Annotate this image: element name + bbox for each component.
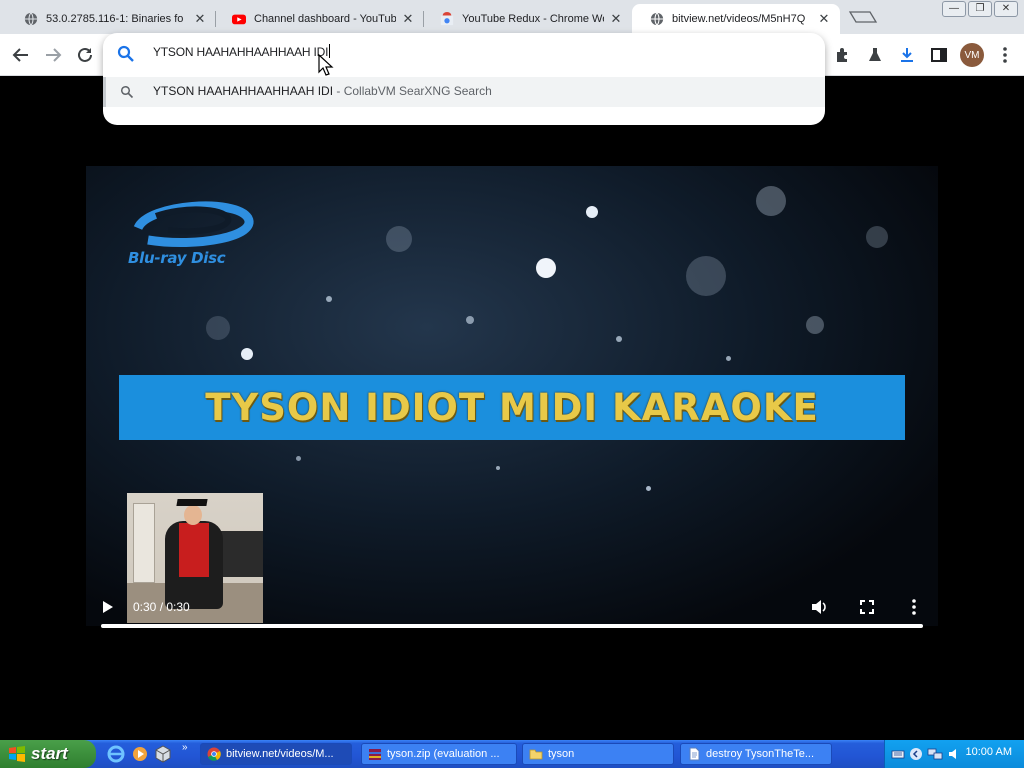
download-icon — [901, 48, 913, 62]
task-label: destroy TysonTheTe... — [706, 748, 815, 760]
system-tray: 10:00 AM — [884, 740, 1024, 768]
reload-button[interactable] — [72, 42, 98, 68]
omnibox-suggestion[interactable]: YTSON HAAHAHHAAHHAAH IDI - CollabVM Sear… — [103, 77, 825, 107]
suggestion-text: YTSON HAAHAHHAAHHAAH IDI - CollabVM Sear… — [153, 84, 492, 98]
windows-logo-icon — [9, 746, 25, 762]
keyboard-icon[interactable] — [891, 747, 905, 761]
flask-icon — [869, 48, 881, 61]
speaker-icon[interactable] — [947, 747, 961, 761]
start-button[interactable]: start — [0, 740, 96, 768]
task-label: bitview.net/videos/M... — [226, 748, 334, 760]
address-bar-text: YTSON HAAHAHHAAHHAAH IDI — [153, 45, 329, 59]
extensions-button[interactable] — [832, 44, 854, 66]
play-icon[interactable] — [102, 600, 114, 614]
document-icon — [689, 747, 700, 761]
bluray-logo-text: Blu-ray Disc — [128, 249, 226, 267]
task-label: tyson — [548, 748, 575, 760]
kebab-menu-icon — [1003, 47, 1007, 63]
close-window-button[interactable]: ✕ — [994, 1, 1018, 17]
start-label: start — [31, 744, 68, 763]
maximize-button[interactable]: ❐ — [968, 1, 992, 17]
taskbar-item-winrar[interactable]: tyson.zip (evaluation ... — [361, 743, 517, 765]
address-bar-input[interactable]: YTSON HAAHAHHAAHHAAH IDI — [153, 44, 331, 59]
youtube-icon — [232, 14, 246, 25]
suggestion-query: YTSON HAAHAHHAAHHAAH IDI — [153, 84, 334, 98]
profile-avatar[interactable]: VM — [960, 43, 984, 67]
arrow-left-icon — [12, 48, 28, 62]
chrome-webstore-icon — [440, 12, 454, 26]
minimize-button[interactable]: — — [942, 1, 966, 17]
tab-channel-dashboard[interactable]: Channel dashboard - YouTube ✕ — [214, 4, 424, 34]
menu-button[interactable] — [994, 44, 1016, 66]
globe-icon — [24, 12, 38, 26]
video-controls: 0:30 / 0:30 — [86, 584, 938, 626]
tab-title: 53.0.2785.116-1: Binaries fo — [46, 13, 184, 25]
suggestion-source: - CollabVM SearXNG Search — [333, 84, 492, 98]
folder-icon — [529, 749, 543, 760]
video-progress-bar[interactable] — [101, 624, 923, 628]
back-button[interactable] — [8, 42, 34, 68]
tab-strip: 53.0.2785.116-1: Binaries fo ✕ Channel d… — [0, 0, 1024, 34]
tab-youtube-redux[interactable]: YouTube Redux - Chrome We ✕ — [422, 4, 632, 34]
taskbar-item-document[interactable]: destroy TysonTheTe... — [680, 743, 832, 765]
side-panel-icon — [931, 48, 947, 62]
fullscreen-icon[interactable] — [860, 600, 874, 614]
close-icon[interactable]: ✕ — [816, 11, 832, 27]
tab-bitview[interactable]: bitview.net/videos/M5nH7Q ✕ — [632, 4, 840, 34]
tab-title: bitview.net/videos/M5nH7Q — [672, 13, 806, 25]
media-icon[interactable] — [131, 745, 149, 763]
forward-button[interactable] — [40, 42, 66, 68]
taskbar-item-chrome[interactable]: bitview.net/videos/M... — [200, 743, 352, 765]
window-controls: — ❐ ✕ — [942, 1, 1018, 17]
puzzle-icon — [837, 48, 847, 62]
arrow-right-icon — [46, 48, 62, 62]
extension-area: VM — [832, 43, 1016, 67]
reload-icon — [78, 47, 92, 62]
tab-title: Channel dashboard - YouTube — [254, 13, 396, 25]
search-icon — [117, 45, 134, 62]
close-icon[interactable]: ✕ — [400, 11, 416, 27]
task-label: tyson.zip (evaluation ... — [387, 748, 500, 760]
cube-icon[interactable] — [154, 745, 172, 763]
globe-icon — [650, 12, 664, 26]
taskbar: start » bitview.net/videos/M... tyson.zi… — [0, 740, 1024, 768]
more-options-icon[interactable] — [911, 598, 917, 616]
close-icon[interactable]: ✕ — [608, 11, 624, 27]
close-icon[interactable]: ✕ — [192, 11, 208, 27]
tab-title: YouTube Redux - Chrome We — [462, 13, 604, 25]
downloads-button[interactable] — [896, 44, 918, 66]
ie-icon[interactable] — [107, 745, 125, 763]
page-content: Blu-ray Disc TYSON IDIOT MIDI KARAOKE 0:… — [0, 76, 1024, 740]
search-icon — [120, 85, 134, 99]
winrar-icon — [369, 749, 381, 760]
quick-launch-expand-icon[interactable]: » — [182, 742, 188, 753]
video-player[interactable]: Blu-ray Disc TYSON IDIOT MIDI KARAOKE — [86, 166, 938, 626]
chrome-icon — [207, 747, 221, 761]
time-display: 0:30 / 0:30 — [133, 600, 190, 614]
tray-collapse-icon[interactable] — [909, 747, 923, 761]
network-icon[interactable] — [927, 747, 943, 761]
omnibox-dropdown: YTSON HAAHAHHAAHHAAH IDI YTSON HAAHAHHAA… — [103, 33, 825, 125]
volume-icon[interactable] — [810, 598, 828, 616]
labs-button[interactable] — [864, 44, 886, 66]
banner-title: TYSON IDIOT MIDI KARAOKE — [205, 386, 819, 429]
side-panel-button[interactable] — [928, 44, 950, 66]
mouse-cursor-icon — [318, 54, 334, 76]
tab-binaries[interactable]: 53.0.2785.116-1: Binaries fo ✕ — [6, 4, 216, 34]
clock: 10:00 AM — [965, 746, 1012, 758]
new-tab-button[interactable] — [848, 10, 878, 24]
title-banner: TYSON IDIOT MIDI KARAOKE — [119, 375, 905, 440]
taskbar-item-folder[interactable]: tyson — [522, 743, 674, 765]
